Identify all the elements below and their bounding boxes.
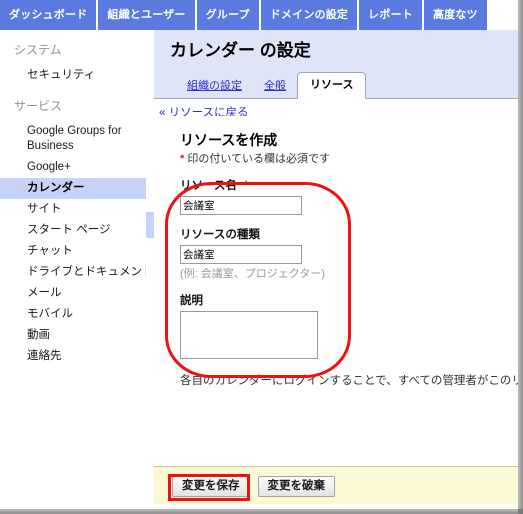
discard-changes-button[interactable]: 変更を破棄 <box>257 476 335 497</box>
resource-name-required-asterisk-icon: * <box>243 180 249 192</box>
nav-tab-label: 組織とユーザー <box>107 8 186 21</box>
sidebar-group-title: システム <box>14 43 62 57</box>
content-tab-0[interactable]: 組織の設定 <box>176 79 253 98</box>
field-resource-type: リソースの種類 (例: 会議室、プロジェクター) <box>180 228 518 281</box>
sidebar-item[interactable]: Google Groups for Business <box>0 121 146 157</box>
sidebar-item[interactable]: 連絡先 <box>0 346 146 367</box>
resource-type-hint: (例: 会議室、プロジェクター) <box>180 268 325 280</box>
nav-tab-label: 高度なツ <box>432 8 478 21</box>
nav-tab-0[interactable]: ダッシュボード <box>0 0 99 30</box>
back-link-row: « リソースに戻る <box>154 98 518 119</box>
calendar-login-info-text: 各自のカレンダーにログインすることで、すべての管理者がこのリ <box>180 375 518 387</box>
sidebar-item[interactable]: チャット <box>0 241 146 262</box>
field-description: 説明 <box>180 294 518 364</box>
nav-tab-3[interactable]: ドメインの設定 <box>260 0 360 30</box>
app-screenshot: ダッシュボード 組織とユーザー グループ ドメインの設定 レポート 高度なツ システムセキ… <box>0 0 523 514</box>
required-fields-note: * 印の付いている欄は必須です <box>180 152 518 166</box>
page-title: カレンダー の設定 <box>170 41 311 60</box>
sidebar-item[interactable]: モバイル <box>0 304 146 325</box>
sidebar-item[interactable]: Google+ <box>0 157 146 178</box>
field-resource-name: リソース名 * <box>180 179 518 215</box>
sidebar-item[interactable]: ドライブとドキュメント <box>0 262 154 283</box>
nav-tab-label: グループ <box>205 8 250 21</box>
create-resource-form: リソースを作成 * 印の付いている欄は必須です リソース名 * リソースの種類 (… <box>154 116 518 389</box>
nav-tab-label: レポート <box>368 8 413 21</box>
content-header: カレンダー の設定 組織の設定 全般 リソース <box>154 30 518 99</box>
sidebar-item[interactable]: メール <box>0 283 146 304</box>
content-panel: カレンダー の設定 組織の設定 全般 リソース « リソースに戻る リソースを作成 … <box>154 30 518 504</box>
content-tab-1[interactable]: 全般 <box>253 79 297 98</box>
window-right-shadow <box>518 0 523 514</box>
resource-name-label-text: リソース名 <box>180 180 237 192</box>
sidebar-item[interactable]: セキュリティ <box>0 65 146 86</box>
nav-tab-5[interactable]: 高度なツ <box>423 0 487 30</box>
nav-tab-1[interactable]: 組織とユーザー <box>98 0 197 30</box>
window-bottom-shadow <box>0 509 523 514</box>
nav-tab-4[interactable]: レポート <box>359 0 424 30</box>
description-textarea[interactable] <box>180 311 318 359</box>
nav-tab-2[interactable]: グループ <box>196 0 261 30</box>
top-navigation-bar: ダッシュボード 組織とユーザー グループ ドメインの設定 レポート 高度なツ <box>0 0 518 30</box>
sidebar-item[interactable]: サイト <box>0 199 146 220</box>
sidebar-item[interactable]: 動画 <box>0 325 146 346</box>
window-corner-shadow <box>518 509 523 514</box>
description-label: 説明 <box>180 295 203 307</box>
content-tab-bar: 組織の設定 全般 リソース <box>154 72 367 99</box>
resource-type-label: リソースの種類 <box>180 229 260 241</box>
required-note-text: 印の付いている欄は必須です <box>187 153 331 165</box>
footer-action-bar: 変更を保存 変更を破棄 <box>154 466 518 504</box>
sidebar-item[interactable]: スタート ページ <box>0 220 146 241</box>
sidebar-navigation: システムセキュリティサービス Google Groups for Business… <box>0 30 154 504</box>
resource-type-input[interactable] <box>180 245 302 264</box>
sidebar-group-title: サービス <box>14 99 63 113</box>
page-body: システムセキュリティサービス Google Groups for Business… <box>0 30 518 509</box>
save-changes-button[interactable]: 変更を保存 <box>172 476 250 497</box>
resource-name-label: リソース名 * <box>180 179 518 193</box>
required-asterisk-icon: * <box>180 153 185 165</box>
nav-tab-label: ダッシュボード <box>9 8 88 21</box>
sidebar-item[interactable]: カレンダー <box>0 178 146 199</box>
sidebar-content-divider <box>146 30 154 504</box>
nav-tab-label: ドメインの設定 <box>269 8 349 21</box>
content-tab-2[interactable]: リソース <box>297 72 367 99</box>
form-heading: リソースを作成 <box>180 132 278 148</box>
resource-name-input[interactable] <box>180 196 302 215</box>
